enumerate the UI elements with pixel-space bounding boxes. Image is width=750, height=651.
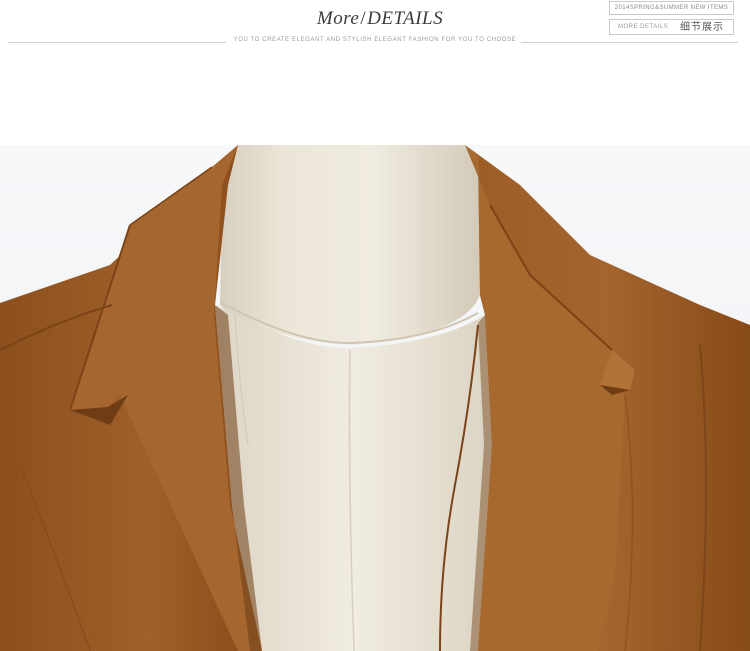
section-subtitle: YOU TO CREATE ELEGANT AND STYLISH ELEGAN… bbox=[233, 37, 517, 43]
details-cn-label: 细节展示 bbox=[680, 22, 724, 33]
divider-right bbox=[521, 42, 738, 43]
title-details: DETAILS bbox=[367, 8, 444, 29]
page-header: More/DETAILS YOU TO CREATE ELEGANT AND S… bbox=[0, 0, 750, 145]
more-details-tag: MORE DETAILS 细节展示 bbox=[609, 19, 734, 35]
season-tag: 2014SPRING&SUMMER NEW ITEMS bbox=[609, 1, 734, 15]
title-more: More bbox=[316, 8, 360, 29]
title-separator: / bbox=[360, 8, 367, 29]
divider-left bbox=[8, 42, 226, 43]
more-details-label: MORE DETAILS bbox=[618, 24, 669, 30]
jacket-collar-image bbox=[0, 145, 750, 651]
product-detail-photo bbox=[0, 145, 750, 651]
